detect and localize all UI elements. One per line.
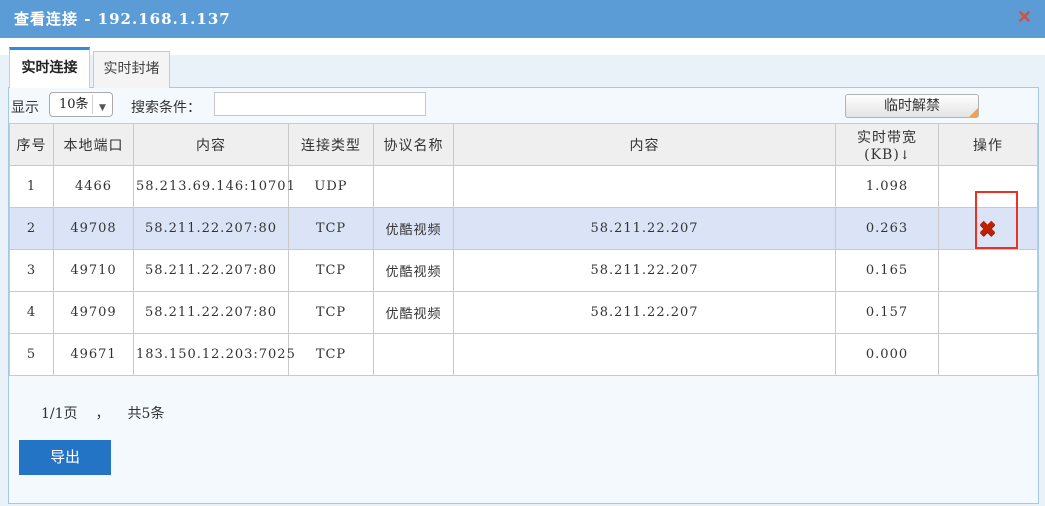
cell-content: 58.211.22.207:80 [134, 250, 289, 292]
sort-desc-icon: ↓ [900, 148, 910, 162]
show-label: 显示 [11, 97, 39, 117]
table-row[interactable]: 549671183.150.12.203:7025TCP 0.000 [10, 334, 1038, 376]
view-connections-dialog: 查看连接 - 192.168.1.137 ✕ 实时连接 实时封堵 显示 10条 … [0, 0, 1045, 506]
cell-content2: 58.211.22.207 [454, 292, 836, 334]
cell-no: 1 [10, 166, 54, 208]
cell-local_port: 4466 [54, 166, 134, 208]
col-header-bandwidth[interactable]: 实时带宽(KB)↓ [836, 124, 939, 166]
col-header-operation: 操作 [939, 124, 1038, 166]
cell-conn_type: TCP [289, 250, 374, 292]
cell-protocol: 优酷视频 [374, 208, 454, 250]
page-size-select[interactable]: 10条 ▼ [49, 92, 113, 117]
export-button[interactable]: 导出 [19, 440, 111, 475]
table-row[interactable]: 44970958.211.22.207:80TCP优酷视频58.211.22.2… [10, 292, 1038, 334]
cell-protocol [374, 334, 454, 376]
connections-table: 序号 本地端口 内容 连接类型 协议名称 内容 实时带宽(KB)↓ 操作 144… [9, 123, 1038, 376]
annotation-highlight-box [975, 191, 1018, 249]
close-icon[interactable]: ✕ [1017, 8, 1032, 28]
cell-content: 58.213.69.146:10701 [134, 166, 289, 208]
page-info: 1/1页 [41, 406, 78, 422]
pagination-separator: ， [96, 406, 110, 422]
col-header-index: 序号 [10, 124, 54, 166]
cell-content: 58.211.22.207:80 [134, 208, 289, 250]
col-header-content2: 内容 [454, 124, 836, 166]
table-row[interactable]: 34971058.211.22.207:80TCP优酷视频58.211.22.2… [10, 250, 1038, 292]
dialog-title: 查看连接 - 192.168.1.137 [14, 0, 231, 38]
table-row[interactable]: 24970858.211.22.207:80TCP优酷视频58.211.22.2… [10, 208, 1038, 250]
table-body: 1446658.213.69.146:10701UDP1.09824970858… [10, 166, 1038, 376]
cell-local_port: 49709 [54, 292, 134, 334]
cell-no: 4 [10, 292, 54, 334]
search-input[interactable] [214, 92, 426, 116]
cell-bandwidth: 0.263 [836, 208, 939, 250]
col-header-local-port: 本地端口 [54, 124, 134, 166]
cell-protocol: 优酷视频 [374, 292, 454, 334]
col-header-protocol: 协议名称 [374, 124, 454, 166]
cell-bandwidth: 1.098 [836, 166, 939, 208]
cell-op [939, 334, 1038, 376]
temporary-unban-button[interactable]: 临时解禁 [845, 94, 979, 118]
table-row[interactable]: 1446658.213.69.146:10701UDP 1.098 [10, 166, 1038, 208]
temporary-unban-label: 临时解禁 [884, 98, 940, 114]
cell-bandwidth: 0.157 [836, 292, 939, 334]
cell-content2 [454, 166, 836, 208]
cell-conn_type: TCP [289, 334, 374, 376]
cell-op [939, 250, 1038, 292]
cell-local_port: 49708 [54, 208, 134, 250]
tab-realtime-blocking[interactable]: 实时封堵 [93, 51, 170, 88]
cell-content: 183.150.12.203:7025 [134, 334, 289, 376]
cell-content2: 58.211.22.207 [454, 250, 836, 292]
chevron-down-icon: ▼ [99, 103, 106, 113]
cell-content2: 58.211.22.207 [454, 208, 836, 250]
cell-local_port: 49671 [54, 334, 134, 376]
cell-protocol [374, 166, 454, 208]
cell-conn_type: UDP [289, 166, 374, 208]
page-size-value: 10条 [59, 93, 89, 116]
total-count: 共5条 [128, 406, 165, 422]
cell-content: 58.211.22.207:80 [134, 292, 289, 334]
dialog-titlebar: 查看连接 - 192.168.1.137 ✕ [0, 0, 1045, 38]
cell-no: 3 [10, 250, 54, 292]
pagination-info: 1/1页 ， 共5条 [41, 403, 182, 423]
cell-no: 2 [10, 208, 54, 250]
cell-conn_type: TCP [289, 292, 374, 334]
table-header-row: 序号 本地端口 内容 连接类型 协议名称 内容 实时带宽(KB)↓ 操作 [10, 124, 1038, 166]
search-condition-label: 搜索条件： [131, 97, 201, 117]
cell-op [939, 292, 1038, 334]
cell-content2 [454, 334, 836, 376]
dropdown-arrow-box: ▼ [92, 95, 112, 114]
cell-local_port: 49710 [54, 250, 134, 292]
cell-protocol: 优酷视频 [374, 250, 454, 292]
cell-conn_type: TCP [289, 208, 374, 250]
tab-realtime-connections[interactable]: 实时连接 [9, 47, 90, 88]
cell-bandwidth: 0.165 [836, 250, 939, 292]
cell-bandwidth: 0.000 [836, 334, 939, 376]
corner-triangle-icon [969, 108, 978, 117]
cell-no: 5 [10, 334, 54, 376]
col-header-content: 内容 [134, 124, 289, 166]
col-header-conn-type: 连接类型 [289, 124, 374, 166]
